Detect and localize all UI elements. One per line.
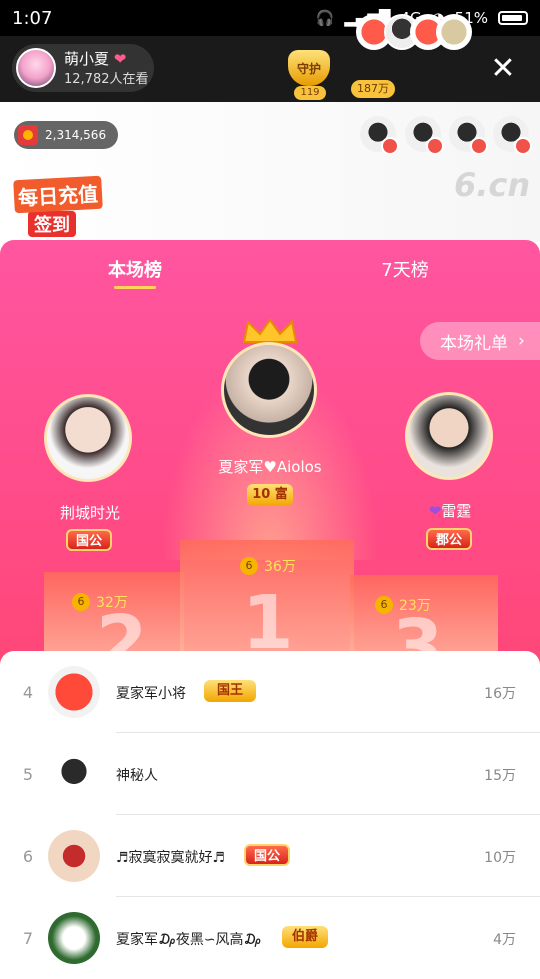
ranking-list: 4 夏家军小将 国王 16万 5 神秘人 15万 6 ♬寂寞寂寞就好♬ 国公 1… xyxy=(0,651,540,964)
coin-icon: 6 xyxy=(240,557,258,575)
user-avatar[interactable] xyxy=(48,666,100,718)
tab-7-days[interactable]: 7天榜 xyxy=(345,256,465,282)
chevron-right-icon: › xyxy=(518,331,525,351)
second-place-name: 荆城时光 xyxy=(59,504,120,522)
ranking-tabs: 本场榜 7天榜 xyxy=(0,256,540,296)
contribution-value: 16万 xyxy=(484,686,516,702)
rank-number: 4 xyxy=(22,683,34,702)
second-place-coins: 6 32万 xyxy=(72,592,128,612)
mystery-user-icon[interactable] xyxy=(48,748,100,800)
gift-list-button[interactable]: 本场礼单 › xyxy=(420,322,540,360)
user-avatar[interactable] xyxy=(48,912,100,964)
contribution-value: 10万 xyxy=(484,850,516,866)
coin-value: 2,314,566 xyxy=(45,128,107,142)
host-card[interactable]: 萌小夏 ❤ 12,782人在看 xyxy=(12,44,154,92)
tab-indicator xyxy=(114,286,156,289)
purple-heart-icon: ❤ xyxy=(428,502,442,520)
guard-shield-icon: 守护 xyxy=(288,50,330,86)
viewer-total-badge: 187万 xyxy=(351,80,395,98)
fan-avatar[interactable] xyxy=(449,116,488,155)
user-avatar[interactable] xyxy=(48,830,100,882)
crown-icon xyxy=(242,318,298,343)
tab-label: 7天榜 xyxy=(381,260,429,281)
host-name: 萌小夏 xyxy=(64,49,110,68)
daily-checkin-banner[interactable]: 每日充值 签到 xyxy=(13,175,112,237)
fan-avatar[interactable] xyxy=(493,116,532,155)
fan-avatar[interactable] xyxy=(360,116,399,155)
coin-icon: 6 xyxy=(72,593,90,611)
watermark-logo: 6.cn xyxy=(454,166,531,204)
checkin-title: 每日充值 xyxy=(13,175,103,214)
guard-label: 守护 xyxy=(296,61,321,76)
list-item[interactable]: 7 夏家军₯夜黑∽风高₯ 伯爵 4万 xyxy=(0,897,540,979)
tab-label: 本场榜 xyxy=(108,260,162,281)
coin-balance[interactable]: 2,314,566 xyxy=(14,121,118,149)
user-name: 神秘人 xyxy=(116,768,158,784)
user-name: ♬寂寞寂寞就好♬ xyxy=(116,850,226,866)
rank-badge: 国王 xyxy=(204,680,256,702)
first-place-coins: 6 36万 xyxy=(240,556,296,576)
gift-list-label: 本场礼单 xyxy=(440,333,508,354)
contribution-value: 15万 xyxy=(484,768,516,784)
headphone-icon: 🎧 xyxy=(315,9,335,27)
fan-avatar[interactable] xyxy=(405,116,444,155)
guard-count: 119 xyxy=(294,86,326,100)
list-item[interactable]: 4 夏家军小将 国王 16万 xyxy=(0,651,540,733)
badge-icon xyxy=(514,137,532,155)
rank-number: 7 xyxy=(22,929,34,948)
list-item[interactable]: 5 神秘人 15万 xyxy=(0,733,540,815)
third-place-badge: 郡公 xyxy=(426,528,472,550)
first-place-avatar[interactable] xyxy=(221,342,317,438)
badge-icon xyxy=(426,137,444,155)
heart-icon: ❤ xyxy=(113,49,127,68)
checkin-subtitle: 签到 xyxy=(28,211,76,237)
coin-icon xyxy=(18,125,38,145)
list-item[interactable]: 6 ♬寂寞寂寞就好♬ 国公 10万 xyxy=(0,815,540,897)
clock: 1:07 xyxy=(12,7,53,29)
first-place-badge: 10 富 xyxy=(247,484,293,506)
viewer-avatar[interactable] xyxy=(436,14,472,50)
rank-badge: 国公 xyxy=(244,844,290,866)
rank-number: 6 xyxy=(22,847,34,866)
coin-icon: 6 xyxy=(375,596,393,614)
rank-badge: 伯爵 xyxy=(282,926,328,948)
third-place-avatar[interactable] xyxy=(405,392,493,480)
first-place-name: 夏家军♥Aiolos xyxy=(218,458,322,476)
user-name: 夏家军小将 xyxy=(116,686,186,702)
third-place-coins: 6 23万 xyxy=(375,595,431,615)
third-place-name: ❤雷霆 xyxy=(428,502,472,520)
guard-badge[interactable]: 守护 119 xyxy=(288,50,334,100)
host-avatar[interactable] xyxy=(16,48,56,88)
badge-icon xyxy=(381,137,399,155)
second-place-badge: 国公 xyxy=(66,529,112,551)
battery-icon xyxy=(498,11,528,25)
tab-this-show[interactable]: 本场榜 xyxy=(75,256,195,289)
viewer-count-text: 12,782人在看 xyxy=(64,71,149,87)
user-name: 夏家军₯夜黑∽风高₯ xyxy=(116,932,262,948)
rank-number: 5 xyxy=(22,765,34,784)
badge-icon xyxy=(470,137,488,155)
contribution-value: 4万 xyxy=(493,932,516,948)
close-icon[interactable]: ✕ xyxy=(488,54,518,86)
second-place-avatar[interactable] xyxy=(44,394,132,482)
